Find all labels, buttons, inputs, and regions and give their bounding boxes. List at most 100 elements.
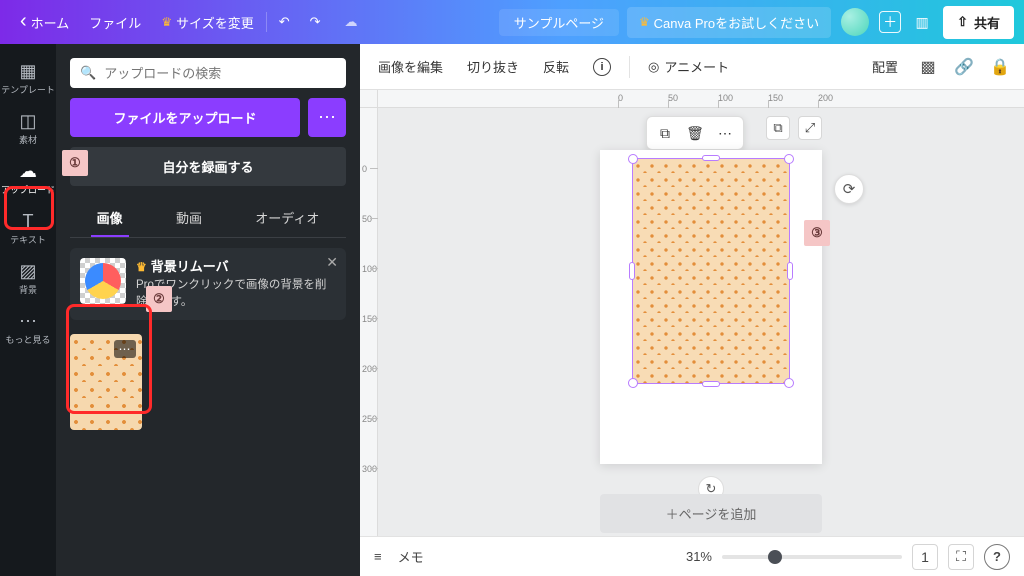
context-toolbar: 画像を編集 切り抜き 反転 i ◎ アニメート 配置 ▩ 🔗 🔒 xyxy=(360,44,1024,90)
canvas-page[interactable] xyxy=(600,150,822,464)
cloud-upload-icon: ☁ xyxy=(19,162,37,180)
duplicate-button[interactable]: ⧉ xyxy=(653,121,677,145)
link-button[interactable]: 🔗 xyxy=(952,55,976,79)
chart-icon xyxy=(915,14,928,31)
zoom-value: 31% xyxy=(686,549,712,564)
rail-text[interactable]: T テキスト xyxy=(0,204,56,254)
resize-edge-bottom[interactable] xyxy=(702,381,720,387)
redo-button[interactable] xyxy=(300,8,331,36)
app-header: ホーム ファイル ♛ サイズを変更 ♛ Canva Proをお試しください ＋ … xyxy=(0,0,1024,44)
back-home-button[interactable]: ホーム xyxy=(10,7,79,38)
cloud-sync-status[interactable] xyxy=(335,8,368,36)
asset-more-button[interactable]: ⋯ xyxy=(114,340,136,358)
separator xyxy=(266,12,267,32)
promo-close-button[interactable]: ✕ xyxy=(326,254,338,271)
rail-templates[interactable]: ▦ テンプレート xyxy=(0,54,56,104)
crown-icon: ♛ xyxy=(161,15,172,29)
search-icon: 🔍 xyxy=(80,65,96,81)
insights-button[interactable] xyxy=(911,11,933,33)
redo-icon xyxy=(310,14,321,30)
tab-images[interactable]: 画像 xyxy=(91,200,129,237)
resize-edge-left[interactable] xyxy=(629,262,635,280)
upload-icon xyxy=(957,14,968,30)
page-settings-button[interactable]: ⤢ xyxy=(798,116,822,140)
rail-elements[interactable]: ◫ 素材 xyxy=(0,104,56,154)
fullscreen-button[interactable]: ⛶ xyxy=(948,544,974,570)
resize-edge-right[interactable] xyxy=(787,262,793,280)
user-avatar[interactable] xyxy=(841,8,869,36)
notes-icon: ≡ xyxy=(374,549,382,564)
ruler-horizontal: 0 50 100 150 200 xyxy=(378,90,1024,108)
record-yourself-button[interactable]: 自分を録画する xyxy=(70,147,346,186)
upload-file-button[interactable]: ファイルをアップロード xyxy=(70,98,300,137)
cloud-check-icon xyxy=(345,14,358,30)
search-input[interactable] xyxy=(104,66,336,81)
upload-more-button[interactable]: ⋯ xyxy=(308,98,346,137)
try-pro-button[interactable]: ♛ Canva Proをお試しください xyxy=(627,7,831,38)
zoom-slider[interactable] xyxy=(722,555,902,559)
separator xyxy=(629,56,630,78)
rail-uploads[interactable]: ☁ アップロード xyxy=(0,154,56,204)
zoom-thumb[interactable] xyxy=(768,550,782,564)
selection-floating-toolbar: ⧉ 🗑 ⋯ xyxy=(646,116,744,150)
resize-button[interactable]: ♛ サイズを変更 xyxy=(151,7,263,38)
promo-thumb-icon xyxy=(80,258,126,304)
tab-audio[interactable]: オーディオ xyxy=(249,200,325,237)
file-menu[interactable]: ファイル xyxy=(79,7,151,38)
elements-icon: ◫ xyxy=(19,112,36,130)
resize-handle-bl[interactable] xyxy=(628,378,638,388)
template-icon: ▦ xyxy=(19,62,36,80)
crown-icon: ♛ xyxy=(639,15,650,29)
flip-button[interactable]: 反転 xyxy=(537,53,575,80)
undo-icon xyxy=(279,14,290,30)
chevron-left-icon xyxy=(20,15,27,30)
text-icon: T xyxy=(23,212,34,230)
resize-edge-top[interactable] xyxy=(702,155,720,161)
ruler-vertical: 0 50 100 150 200 250 300 xyxy=(360,108,378,536)
info-icon: i xyxy=(593,58,611,76)
ruler-corner xyxy=(360,90,378,108)
rotate-button[interactable]: ⟳ xyxy=(834,174,864,204)
animate-icon: ◎ xyxy=(648,59,659,75)
editor-area: 画像を編集 切り抜き 反転 i ◎ アニメート 配置 ▩ 🔗 🔒 0 50 10… xyxy=(360,44,1024,576)
resize-handle-tl[interactable] xyxy=(628,154,638,164)
resize-handle-br[interactable] xyxy=(784,378,794,388)
animate-button[interactable]: ◎ アニメート xyxy=(642,53,735,80)
crop-button[interactable]: 切り抜き xyxy=(461,53,525,80)
page-duplicate-button[interactable]: ⧉ xyxy=(766,116,790,140)
upload-tabs: 画像 動画 オーディオ xyxy=(70,200,346,238)
upload-search[interactable]: 🔍 xyxy=(70,58,346,88)
background-icon: ▨ xyxy=(19,262,36,280)
add-page-button[interactable]: ＋ページを追加 xyxy=(600,494,822,533)
document-title-input[interactable] xyxy=(499,9,619,36)
delete-button[interactable]: 🗑 xyxy=(683,121,707,145)
transparency-button[interactable]: ▩ xyxy=(916,55,940,79)
rail-background[interactable]: ▨ 背景 xyxy=(0,254,56,304)
more-icon: ⋯ xyxy=(19,312,37,330)
left-rail: ▦ テンプレート ◫ 素材 ☁ アップロード T テキスト ▨ 背景 ⋯ もっと… xyxy=(0,44,56,576)
add-member-button[interactable]: ＋ xyxy=(879,11,901,33)
uploads-panel: 🔍 ファイルをアップロード ⋯ 自分を録画する 画像 動画 オーディオ ♛背景リ… xyxy=(56,44,360,576)
workspace[interactable]: 0 50 100 150 200 0 50 100 150 200 250 30… xyxy=(360,90,1024,536)
info-button[interactable]: i xyxy=(587,54,617,80)
crown-icon: ♛ xyxy=(136,259,147,276)
uploaded-image-thumb[interactable]: ⋯ xyxy=(70,334,142,430)
edit-image-button[interactable]: 画像を編集 xyxy=(372,53,449,80)
rail-more[interactable]: ⋯ もっと見る xyxy=(0,304,56,354)
bg-remover-promo[interactable]: ♛背景リムーバ Proでワンクリックで画像の背景を削除します。 ✕ xyxy=(70,248,346,320)
page-wrapper: ⧉ 🗑 ⋯ ⧉ ⤢ xyxy=(600,150,822,464)
help-button[interactable]: ? xyxy=(984,544,1010,570)
undo-button[interactable] xyxy=(269,8,300,36)
lock-button[interactable]: 🔒 xyxy=(988,55,1012,79)
position-button[interactable]: 配置 xyxy=(866,53,904,80)
share-button[interactable]: 共有 xyxy=(943,6,1014,39)
resize-handle-tr[interactable] xyxy=(784,154,794,164)
selection-more-button[interactable]: ⋯ xyxy=(713,121,737,145)
home-label: ホーム xyxy=(31,13,70,32)
tab-videos[interactable]: 動画 xyxy=(170,200,208,237)
notes-button[interactable]: メモ xyxy=(392,543,430,570)
promo-description: Proでワンクリックで画像の背景を削除します。 xyxy=(136,277,336,310)
editor-footer: ≡ メモ 31% 1 ⛶ ? xyxy=(360,536,1024,576)
page-list-button[interactable]: 1 xyxy=(912,544,938,570)
selected-image[interactable] xyxy=(632,158,790,384)
